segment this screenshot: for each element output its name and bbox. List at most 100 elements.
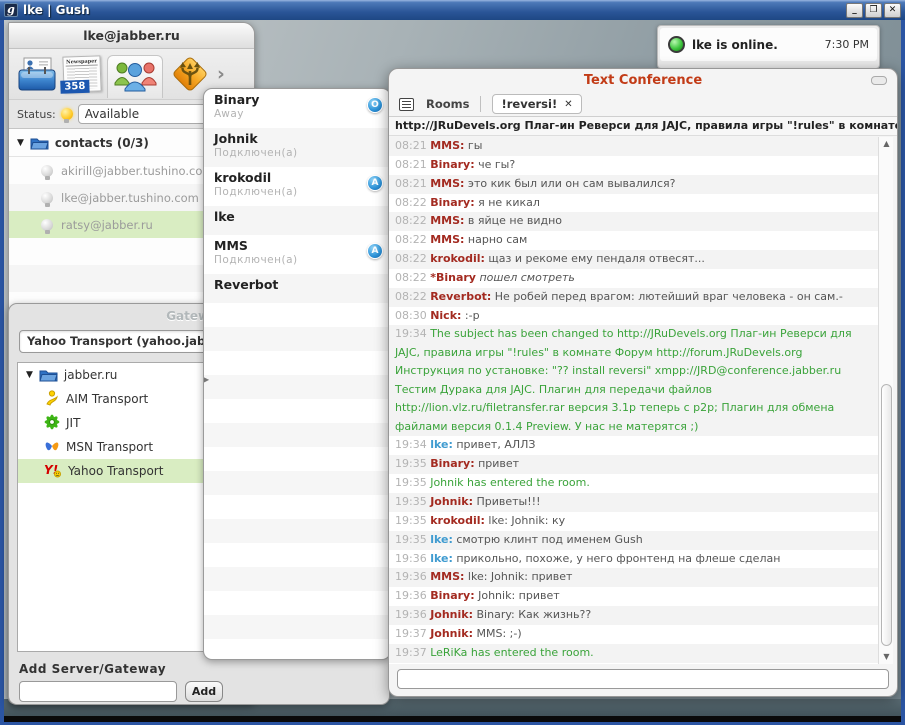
rolodex-icon[interactable] <box>17 55 57 93</box>
empty-row <box>204 495 390 519</box>
chat-message: 19:35 krokodil: lke: Johnik: ку <box>389 512 878 531</box>
presence-bulb-icon <box>41 219 53 231</box>
empty-row <box>204 423 390 447</box>
rollup-button[interactable] <box>871 76 887 85</box>
window-title: lke | Gush <box>23 3 90 17</box>
empty-row <box>204 375 390 399</box>
client-badge: A <box>367 175 383 191</box>
chat-message: 08:22 Binary: я не кикал <box>389 194 878 213</box>
tab-close-icon[interactable]: ✕ <box>564 99 572 110</box>
yahoo-icon: Y! <box>44 462 62 481</box>
chat-log: 08:21 MMS: гы08:21 Binary: че гы?08:21 M… <box>389 137 878 664</box>
empty-row <box>204 543 390 567</box>
panel-collapse-handle-icon[interactable]: ▶ <box>203 375 209 384</box>
chat-message-input[interactable] <box>397 669 889 689</box>
scroll-up-icon[interactable]: ▲ <box>879 137 894 151</box>
tab-rooms[interactable]: Rooms <box>426 97 469 111</box>
scrollbar-thumb[interactable] <box>881 384 892 646</box>
chat-message: 19:36 MMS: lke: Johnik: привет <box>389 568 878 587</box>
roster-item[interactable]: MMSПодключен(а)A <box>204 235 390 274</box>
chat-message: 08:21 MMS: это кик был или он сам вывали… <box>389 175 878 194</box>
chat-message: 19:36 Johnik: Binary: Как жизнь?? <box>389 606 878 625</box>
empty-row <box>204 447 390 471</box>
chat-message: 08:22 Reverbot: Не робей перед врагом: л… <box>389 288 878 307</box>
add-gateway-label: Add Server/Gateway <box>19 662 166 676</box>
notification-time: 7:30 PM <box>825 38 869 51</box>
chat-message: 19:36 lke: прикольно, похоже, у него фро… <box>389 550 878 569</box>
conference-roster-panel: BinaryAwayOJohnikПодключен(а)krokodilПод… <box>203 88 391 660</box>
empty-row <box>204 399 390 423</box>
status-bulb-icon[interactable] <box>61 108 73 120</box>
taskbar <box>4 716 901 722</box>
group-collapse-icon[interactable]: ▼ <box>17 138 24 148</box>
chat-message: 19:35 lke: смотрю клинт под именем Gush <box>389 531 878 550</box>
roster-item[interactable]: krokodilПодключен(а)A <box>204 167 390 206</box>
conference-title: Text Conference <box>389 69 897 92</box>
empty-row <box>204 303 390 327</box>
chat-message: 19:37 Johnik: MMS: ;-) <box>389 625 878 644</box>
jit-icon <box>44 414 60 433</box>
scroll-down-icon[interactable]: ▼ <box>879 650 894 664</box>
chat-scrollbar[interactable]: ▲ ▼ <box>878 137 893 664</box>
empty-row <box>204 615 390 639</box>
window-content: lke@jabber.ru <box>4 20 901 722</box>
chat-message: 08:22 MMS: нарно сам <box>389 231 878 250</box>
empty-row <box>204 567 390 591</box>
rooms-list-icon[interactable] <box>399 98 414 111</box>
minimize-button[interactable]: _ <box>846 3 863 18</box>
folder-icon <box>30 136 49 150</box>
chat-message: 19:35 Binary: привет <box>389 455 878 474</box>
empty-row <box>204 519 390 543</box>
status-label: Status: <box>17 108 56 121</box>
chat-message: 08:22 *Binary пошел смотреть <box>389 269 878 288</box>
contacts-tool-tab[interactable] <box>107 55 163 98</box>
empty-row <box>204 327 390 351</box>
close-button[interactable]: ✕ <box>884 3 901 18</box>
titlebar[interactable]: g lke | Gush _ ❐ ✕ <box>0 0 905 20</box>
client-badge: O <box>367 97 383 113</box>
contacts-icon <box>112 59 158 92</box>
empty-row <box>204 591 390 615</box>
chat-message: 19:37 Binary: Johnik: номана <box>389 663 878 664</box>
roster-item[interactable]: Reverbot <box>204 274 390 303</box>
account-header: lke@jabber.ru <box>9 23 254 49</box>
room-topic: http://JRuDevels.org Плаг-ин Реверси для… <box>389 117 897 136</box>
client-badge: A <box>367 243 383 259</box>
roster-item[interactable]: lke <box>204 206 390 235</box>
chat-message: 19:35 Johnik has entered the room. <box>389 474 878 493</box>
contacts-group-label: contacts (0/3) <box>55 136 149 150</box>
tree-collapse-icon[interactable]: ▼ <box>26 370 33 380</box>
chat-message: 08:22 MMS: в яйце не видно <box>389 212 878 231</box>
add-gateway-input[interactable] <box>19 681 177 702</box>
app-window: g lke | Gush _ ❐ ✕ lke@jabber.ru <box>0 0 905 725</box>
online-status-icon <box>668 36 685 53</box>
chat-message: 19:34 lke: привет, АЛЛЗ <box>389 436 878 455</box>
chat-message: 08:21 Binary: че гы? <box>389 156 878 175</box>
newspaper-badge: 358 <box>60 80 89 94</box>
tree-root-label: jabber.ru <box>64 368 118 382</box>
conference-tabbar: Rooms !reversi! ✕ <box>389 92 897 117</box>
newspaper-icon[interactable]: Newspaper 358 <box>62 55 101 92</box>
chat-message: 08:22 krokodil: щаз и рекоме ему пендаля… <box>389 250 878 269</box>
empty-row <box>204 351 390 375</box>
presence-bulb-icon <box>41 165 53 177</box>
add-gateway-button[interactable]: Add <box>185 681 223 702</box>
folder-icon <box>39 368 58 382</box>
presence-bulb-icon <box>41 192 53 204</box>
tab-reversi[interactable]: !reversi! ✕ <box>492 94 581 114</box>
aim-icon <box>44 390 60 409</box>
tab-separator <box>480 96 481 112</box>
chat-message: 19:37 LeRiKa has entered the room. <box>389 644 878 663</box>
notification-text: lke is online. <box>692 38 778 52</box>
chat-message: 19:36 Binary: Johnik: привет <box>389 587 878 606</box>
chat-message: 08:21 MMS: гы <box>389 137 878 156</box>
chat-message: 08:30 Nick: :-p <box>389 307 878 326</box>
roster-item[interactable]: BinaryAwayO <box>204 89 390 128</box>
roster-item[interactable]: JohnikПодключен(а) <box>204 128 390 167</box>
msn-icon <box>44 438 60 457</box>
maximize-button[interactable]: ❐ <box>865 3 882 18</box>
chat-message: 19:35 Johnik: Приветы!!! <box>389 493 878 512</box>
chat-message: 19:34 The subject has been changed to ht… <box>389 325 878 436</box>
text-conference-window: Text Conference Rooms !reversi! ✕ http:/… <box>388 68 898 697</box>
notification-popup[interactable]: lke is online. 7:30 PM <box>657 25 880 69</box>
